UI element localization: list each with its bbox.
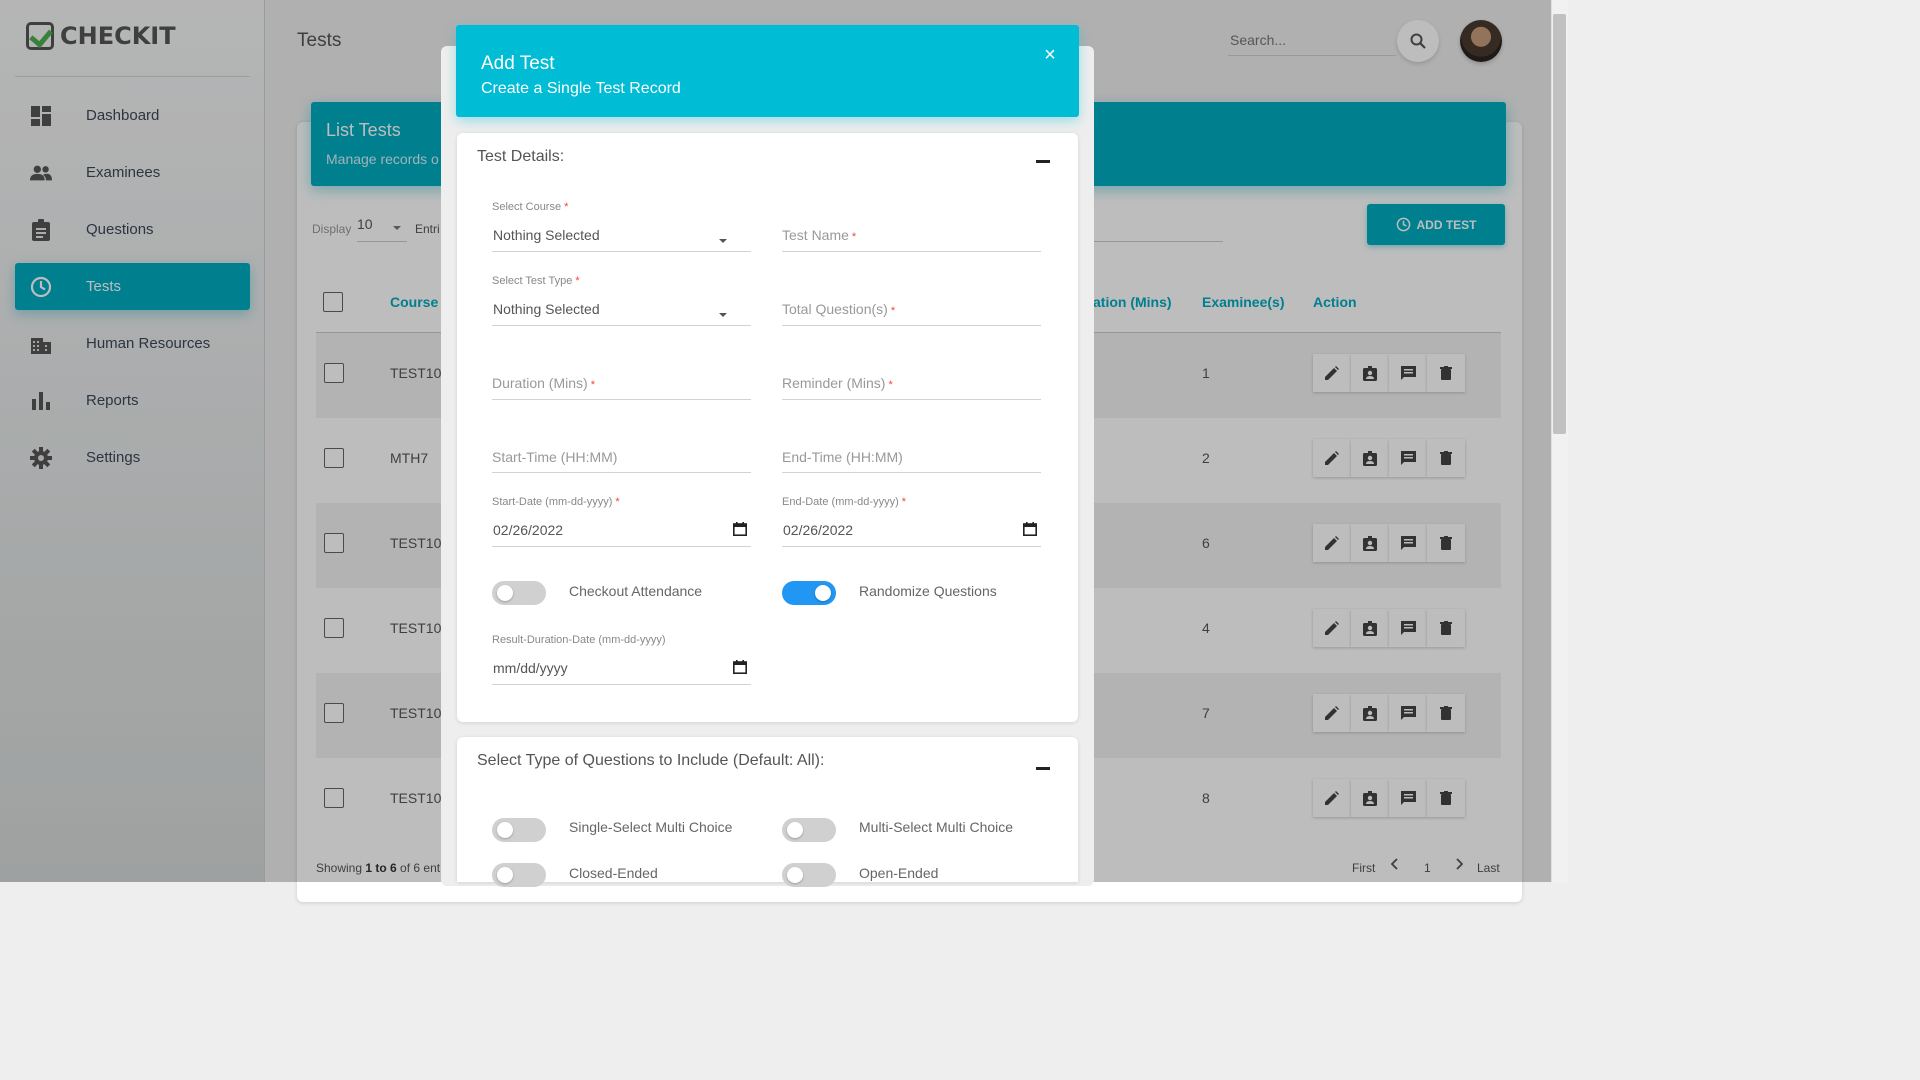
field-underline [492, 251, 751, 252]
required-mark: * [888, 379, 893, 391]
multi-select-label: Multi-Select Multi Choice [859, 819, 1014, 835]
field-placeholder: Test Name * [782, 227, 856, 243]
field-underline [782, 325, 1041, 326]
start-date-input[interactable]: Start-Date (mm-dd-yyyy) * 02/26/2022 [492, 496, 751, 548]
field-placeholder: Duration (Mins) * [492, 375, 595, 391]
duration-placeholder: Duration (Mins) [492, 375, 588, 391]
end-time-input[interactable]: End-Time (HH:MM) [782, 423, 1041, 475]
calendar-icon[interactable] [1023, 522, 1037, 536]
reminder-placeholder: Reminder (Mins) [782, 375, 886, 391]
field-label: Select Course * [492, 201, 568, 213]
single-select-label: Single-Select Multi Choice [569, 819, 733, 835]
select-test-type-value: Nothing Selected [493, 301, 600, 317]
result-date-label: Result-Duration-Date (mm-dd-yyyy) [492, 634, 666, 646]
duration-input[interactable]: Duration (Mins) * [492, 349, 751, 401]
end-date-label: End-Date (mm-dd-yyyy) [782, 496, 899, 508]
field-underline [492, 399, 751, 400]
open-ended-toggle[interactable] [782, 863, 836, 887]
toggle-knob [497, 585, 513, 601]
field-underline [492, 472, 751, 473]
closed-ended-label: Closed-Ended [569, 865, 658, 881]
start-time-placeholder: Start-Time (HH:MM) [492, 449, 618, 465]
field-label: Start-Date (mm-dd-yyyy) * [492, 496, 620, 508]
result-date-value: mm/dd/yyyy [493, 660, 568, 676]
field-placeholder: Reminder (Mins) * [782, 375, 893, 391]
field-label: Select Test Type * [492, 275, 580, 287]
required-mark: * [890, 305, 896, 317]
modal-title: Add Test [481, 53, 555, 74]
field-underline [782, 251, 1041, 252]
total-questions-input[interactable]: Total Question(s) * [782, 275, 1041, 327]
modal-subtitle: Create a Single Test Record [481, 80, 681, 97]
field-placeholder: Total Question(s) * [782, 301, 895, 317]
required-mark: * [564, 201, 569, 213]
result-duration-date-input[interactable]: Result-Duration-Date (mm-dd-yyyy) mm/dd/… [492, 634, 751, 686]
required-mark: * [901, 496, 907, 508]
required-mark: * [590, 379, 595, 391]
end-date-value: 02/26/2022 [783, 522, 854, 538]
toggle-knob [497, 867, 513, 883]
calendar-icon[interactable] [733, 522, 747, 536]
start-date-label: Start-Date (mm-dd-yyyy) [492, 496, 613, 508]
end-time-placeholder: End-Time (HH:MM) [782, 449, 903, 465]
start-time-input[interactable]: Start-Time (HH:MM) [492, 423, 751, 475]
open-ended-label: Open-Ended [859, 865, 939, 881]
total-questions-placeholder: Total Question(s) [782, 301, 888, 317]
field-label: End-Date (mm-dd-yyyy) * [782, 496, 906, 508]
select-course-dropdown[interactable]: Select Course * Nothing Selected [492, 201, 751, 253]
toggle-knob [497, 822, 513, 838]
end-date-input[interactable]: End-Date (mm-dd-yyyy) * 02/26/2022 [782, 496, 1041, 548]
required-mark: * [615, 496, 620, 508]
select-type-label: Select Test Type [492, 275, 573, 287]
closed-ended-toggle[interactable] [492, 863, 546, 887]
randomize-questions-toggle[interactable] [782, 581, 836, 605]
calendar-icon[interactable] [733, 660, 747, 674]
test-details-section: Test Details: Select Course * Nothing Sel… [457, 133, 1078, 722]
scrollbar-thumb[interactable] [1553, 14, 1566, 434]
reminder-input[interactable]: Reminder (Mins) * [782, 349, 1041, 401]
field-underline [492, 546, 751, 547]
single-select-toggle[interactable] [492, 818, 546, 842]
close-icon[interactable]: × [1038, 43, 1062, 67]
caret-down-icon [719, 313, 727, 317]
checkout-attendance-toggle[interactable] [492, 581, 546, 605]
field-underline [492, 325, 751, 326]
start-date-value: 02/26/2022 [493, 522, 564, 538]
randomize-questions-label: Randomize Questions [859, 583, 997, 599]
test-name-input[interactable]: Test Name * [782, 201, 1041, 253]
multi-select-toggle[interactable] [782, 818, 836, 842]
section-title: Test Details: [477, 148, 565, 165]
required-mark: * [851, 231, 857, 243]
field-underline [782, 546, 1041, 547]
required-mark: * [575, 275, 580, 287]
toggle-knob [815, 585, 831, 601]
field-underline [492, 684, 751, 685]
select-test-type-dropdown[interactable]: Select Test Type * Nothing Selected [492, 275, 751, 327]
toggle-knob [787, 867, 803, 883]
test-name-placeholder: Test Name [782, 227, 849, 243]
collapse-minus-icon[interactable] [1036, 767, 1050, 770]
select-course-label: Select Course [492, 201, 562, 213]
field-underline [782, 399, 1041, 400]
field-underline [782, 472, 1041, 473]
collapse-minus-icon[interactable] [1036, 160, 1050, 163]
select-course-value: Nothing Selected [493, 227, 600, 243]
checkout-attendance-label: Checkout Attendance [569, 583, 703, 599]
caret-down-icon [719, 239, 727, 243]
toggle-knob [787, 822, 803, 838]
question-types-section: Select Type of Questions to Include (Def… [457, 737, 1078, 887]
section-title: Select Type of Questions to Include (Def… [477, 752, 825, 769]
modal-header: Add Test Create a Single Test Record × [456, 25, 1079, 117]
